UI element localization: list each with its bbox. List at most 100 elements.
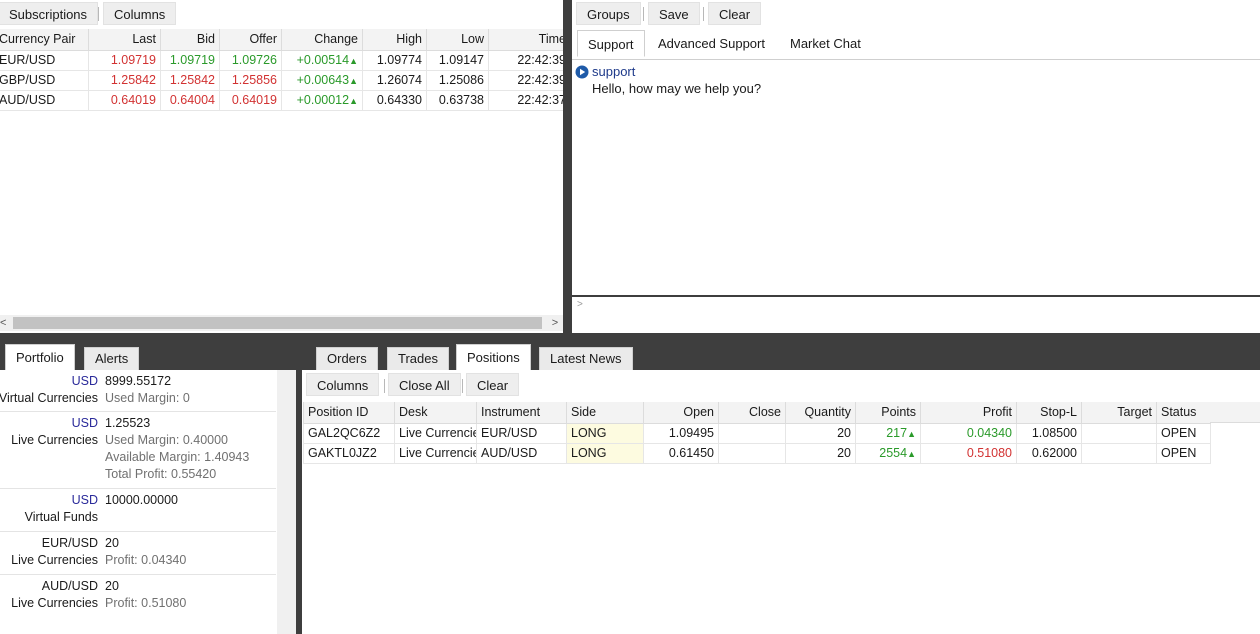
- quotes-toolbar: Subscriptions Columns: [0, 0, 563, 28]
- detail-label: Used Margin:: [105, 433, 180, 447]
- cell-open: 0.61450: [643, 442, 719, 464]
- col-position-id[interactable]: Position ID: [303, 402, 395, 424]
- tab-orders[interactable]: Orders: [316, 347, 378, 370]
- scroll-left-icon[interactable]: <: [0, 315, 12, 331]
- cell-target: [1081, 422, 1157, 444]
- portfolio-account[interactable]: EUR/USD 20 Live Currencies Profit: 0.043…: [0, 532, 276, 575]
- toolbar-separator: [462, 379, 463, 393]
- portfolio-pane: USD 8999.55172 Virtual Currencies Used M…: [0, 370, 296, 634]
- portfolio-account[interactable]: USD 1.25523 Live Currencies Used Margin:…: [0, 412, 276, 489]
- account-currency: EUR/USD: [41, 536, 98, 550]
- cell-bid: 1.09719: [160, 49, 220, 71]
- points-value: 217: [886, 426, 908, 440]
- portfolio-account[interactable]: USD 10000.00000 Virtual Funds: [0, 489, 276, 532]
- cell-status: OPEN: [1156, 422, 1211, 444]
- message-text: Hello, how may we help you?: [592, 81, 762, 96]
- col-desk[interactable]: Desk: [394, 402, 477, 424]
- tab-alerts[interactable]: Alerts: [84, 347, 140, 370]
- col-last[interactable]: Last: [88, 29, 161, 51]
- cell-low: 0.63738: [426, 89, 489, 111]
- up-arrow-icon: ▲: [349, 56, 358, 66]
- cell-pair: GBP/USD: [0, 69, 89, 91]
- col-change[interactable]: Change: [281, 29, 363, 51]
- subscriptions-button[interactable]: Subscriptions: [0, 2, 99, 25]
- cell-time: 22:42:37: [488, 89, 563, 111]
- cell-offer: 1.25856: [219, 69, 282, 91]
- cell-side: LONG: [566, 442, 644, 464]
- quote-row[interactable]: GBP/USD 1.25842 1.25842 1.25856 +0.00643…: [0, 69, 563, 91]
- quotes-table: Currency Pair Last Bid Offer Change High…: [0, 29, 563, 111]
- account-value: 10000.00000: [105, 493, 178, 507]
- cell-desk: Live Currencies: [394, 422, 477, 444]
- account-currency: USD: [71, 493, 98, 507]
- columns-button[interactable]: Columns: [103, 2, 177, 25]
- tab-positions[interactable]: Positions: [456, 344, 531, 370]
- change-value: +0.00643: [296, 73, 350, 87]
- scroll-right-icon[interactable]: >: [549, 315, 561, 331]
- account-detail: Used Margin: 0: [105, 391, 190, 405]
- tab-advanced-support[interactable]: Advanced Support: [648, 30, 775, 57]
- cell-low: 1.09147: [426, 49, 489, 71]
- chat-tabs: Support Advanced Support Market Chat: [572, 0, 1260, 60]
- cell-position-id: GAL2QC6Z2: [303, 422, 395, 444]
- cell-pair: EUR/USD: [0, 49, 89, 71]
- detail-label: Profit:: [105, 596, 138, 610]
- col-stop-loss[interactable]: Stop-L: [1016, 402, 1082, 424]
- scrollbar-thumb[interactable]: [13, 317, 542, 329]
- col-points[interactable]: Points: [855, 402, 921, 424]
- positions-pane: Columns Close All Clear Position ID Desk…: [302, 370, 1260, 634]
- cell-quantity: 20: [785, 422, 856, 444]
- cell-instrument: EUR/USD: [476, 422, 567, 444]
- col-profit[interactable]: Profit: [920, 402, 1017, 424]
- columns-button[interactable]: Columns: [306, 373, 380, 396]
- col-instrument[interactable]: Instrument: [476, 402, 567, 424]
- up-arrow-icon: ▲: [907, 429, 916, 439]
- cell-time: 22:42:39: [488, 69, 563, 91]
- cell-high: 1.09774: [362, 49, 427, 71]
- col-offer[interactable]: Offer: [219, 29, 282, 51]
- account-name: Virtual Funds: [24, 510, 98, 524]
- toolbar-separator: [384, 379, 385, 393]
- tab-trades[interactable]: Trades: [387, 347, 449, 370]
- account-detail: Available Margin: 1.40943: [105, 450, 249, 464]
- col-high[interactable]: High: [362, 29, 427, 51]
- col-low[interactable]: Low: [426, 29, 489, 51]
- detail-label: Profit:: [105, 553, 138, 567]
- cell-offer: 0.64019: [219, 89, 282, 111]
- tab-market-chat[interactable]: Market Chat: [780, 30, 871, 57]
- message-sender: support: [592, 64, 636, 79]
- col-status[interactable]: Status: [1156, 402, 1211, 424]
- clear-button[interactable]: Clear: [466, 373, 520, 396]
- account-detail: Used Margin: 0.40000: [105, 433, 228, 447]
- col-target[interactable]: Target: [1081, 402, 1157, 424]
- position-row[interactable]: GAKTL0JZ2 Live Currencies AUD/USD LONG 0…: [303, 442, 1211, 464]
- position-row[interactable]: GAL2QC6Z2 Live Currencies EUR/USD LONG 1…: [303, 422, 1211, 444]
- positions-header-extension: [1210, 402, 1260, 423]
- tab-latest-news[interactable]: Latest News: [539, 347, 633, 370]
- portfolio-scrollbar[interactable]: [277, 370, 296, 634]
- cell-points: 217▲: [855, 422, 921, 444]
- up-arrow-icon: ▲: [907, 449, 916, 459]
- close-all-button[interactable]: Close All: [388, 373, 461, 396]
- chat-input[interactable]: >: [572, 297, 1260, 333]
- col-side[interactable]: Side: [566, 402, 644, 424]
- col-open[interactable]: Open: [643, 402, 719, 424]
- tab-support[interactable]: Support: [577, 30, 645, 57]
- quote-row[interactable]: EUR/USD 1.09719 1.09719 1.09726 +0.00514…: [0, 49, 563, 71]
- col-time[interactable]: Time: [488, 29, 563, 51]
- top-vertical-splitter[interactable]: [563, 0, 572, 333]
- account-currency: USD: [71, 374, 98, 388]
- col-close[interactable]: Close: [718, 402, 786, 424]
- col-currency-pair[interactable]: Currency Pair: [0, 29, 89, 51]
- play-icon: [575, 65, 589, 79]
- cell-status: OPEN: [1156, 442, 1211, 464]
- col-bid[interactable]: Bid: [160, 29, 220, 51]
- points-value: 2554: [879, 446, 908, 460]
- col-quantity[interactable]: Quantity: [785, 402, 856, 424]
- quotes-horizontal-scrollbar[interactable]: < >: [0, 315, 563, 331]
- portfolio-account[interactable]: USD 8999.55172 Virtual Currencies Used M…: [0, 370, 276, 412]
- portfolio-account[interactable]: AUD/USD 20 Live Currencies Profit: 0.510…: [0, 575, 276, 618]
- cell-profit: 0.04340: [920, 422, 1017, 444]
- tab-portfolio[interactable]: Portfolio: [5, 344, 75, 370]
- quote-row[interactable]: AUD/USD 0.64019 0.64004 0.64019 +0.00012…: [0, 89, 563, 111]
